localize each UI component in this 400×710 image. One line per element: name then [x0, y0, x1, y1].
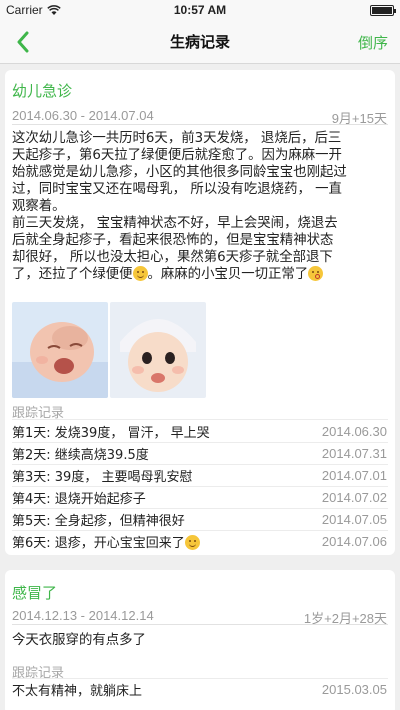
- tracking-row[interactable]: 第2天: 继续高烧39.5度 2014.07.31: [12, 442, 387, 464]
- tracking-text: 第3天: 39度， 主要喝母乳安慰: [12, 469, 193, 485]
- divider: [12, 124, 388, 125]
- wifi-icon: [46, 4, 61, 15]
- tracking-text: 不太有精神，就躺床上: [12, 683, 143, 699]
- tracking-row[interactable]: 不太有精神，就躺床上 2015.03.05: [12, 678, 387, 700]
- smile-emoji-icon: [184, 534, 200, 550]
- tracking-date: 2014.06.30: [321, 423, 387, 439]
- record-card[interactable]: 幼儿急诊 2014.06.30 - 2014.07.04 9月+15天 这次幼儿…: [5, 70, 395, 555]
- record-card[interactable]: 感冒了 2014.12.13 - 2014.12.14 1岁+2月+28天 今天…: [5, 570, 395, 710]
- tracking-date: 2014.07.05: [321, 511, 387, 527]
- tracking-row[interactable]: 第6天: 退疹，开心宝宝回来了 2014.07.06: [12, 530, 387, 552]
- sort-reverse-button[interactable]: 倒序: [358, 32, 388, 53]
- tracking-text: 第5天: 全身起疹，但精神很好: [12, 513, 185, 529]
- baby-crying-photo[interactable]: [12, 302, 108, 398]
- photo-gallery: [12, 302, 206, 398]
- record-title: 感冒了: [12, 584, 58, 602]
- record-description: 今天衣服穿的有点多了: [12, 633, 146, 648]
- record-description: 这次幼儿急诊一共历时6天，前3天发烧， 退烧后，后三 天起疹子，第6天拉了绿便便…: [12, 130, 387, 283]
- tracking-date: 2015.03.05: [321, 681, 387, 697]
- tracking-text: 第1天: 发烧39度， 冒汗， 早上哭: [12, 425, 210, 441]
- baby-smiling-photo[interactable]: [110, 302, 206, 398]
- description-line: 前三天发烧， 宝宝精神状态不好，早上会哭闹，烧退去: [12, 216, 338, 231]
- tracking-date: 2014.07.06: [321, 533, 387, 549]
- description-line-with-emoji: 了，还拉了个绿便便 。麻麻的小宝贝一切正常了: [12, 266, 387, 283]
- tracking-row[interactable]: 第5天: 全身起疹，但精神很好 2014.07.05: [12, 508, 387, 530]
- description-line: 天起疹子，第6天拉了绿便便后就痊愈了。因为麻麻一开: [12, 148, 342, 163]
- tracking-row[interactable]: 第3天: 39度， 主要喝母乳安慰 2014.07.01: [12, 464, 387, 486]
- carrier-label: Carrier: [6, 3, 43, 17]
- smile-emoji-icon: [132, 266, 148, 281]
- tracking-text-with-emoji: 第6天: 退疹，开心宝宝回来了: [12, 532, 200, 551]
- chevron-left-icon: [17, 31, 29, 53]
- page-title: 生病记录: [169, 33, 230, 51]
- description-line: 观察着。: [12, 199, 66, 214]
- divider: [12, 624, 388, 625]
- record-title: 幼儿急诊: [12, 82, 73, 100]
- back-button[interactable]: [10, 29, 36, 55]
- battery-icon: [370, 4, 396, 16]
- tracking-date: 2014.07.01: [321, 467, 387, 483]
- tracking-row[interactable]: 第1天: 发烧39度， 冒汗， 早上哭 2014.06.30: [12, 420, 387, 442]
- description-line: 却很好， 所以也没太担心，果然第6天疹子就全部退下: [12, 250, 333, 265]
- description-line: 过，同时宝宝又还在喝母乳， 所以没有吃退烧药， 一直: [12, 182, 342, 197]
- kiss-emoji-icon: [308, 266, 324, 281]
- nav-bar: 生病记录 倒序: [0, 20, 400, 64]
- description-line: 这次幼儿急诊一共历时6天，前3天发烧， 退烧后，后三: [12, 131, 342, 146]
- tracking-row[interactable]: 第4天: 退烧开始起疹子 2014.07.02: [12, 486, 387, 508]
- status-bar: Carrier 10:57 AM: [0, 0, 400, 20]
- description-line: 始就感觉是幼儿急疹，小区的其他很多同龄宝宝也刚起过: [12, 165, 347, 180]
- tracking-date: 2014.07.31: [321, 445, 387, 461]
- status-left: Carrier: [6, 3, 61, 17]
- description-line: 后就全身起疹子，看起来很恐怖的，但是宝宝精神状态: [12, 233, 334, 248]
- tracking-text: 第4天: 退烧开始起疹子: [12, 491, 146, 507]
- tracking-text: 第2天: 继续高烧39.5度: [12, 447, 149, 463]
- tracking-date: 2014.07.02: [321, 489, 387, 505]
